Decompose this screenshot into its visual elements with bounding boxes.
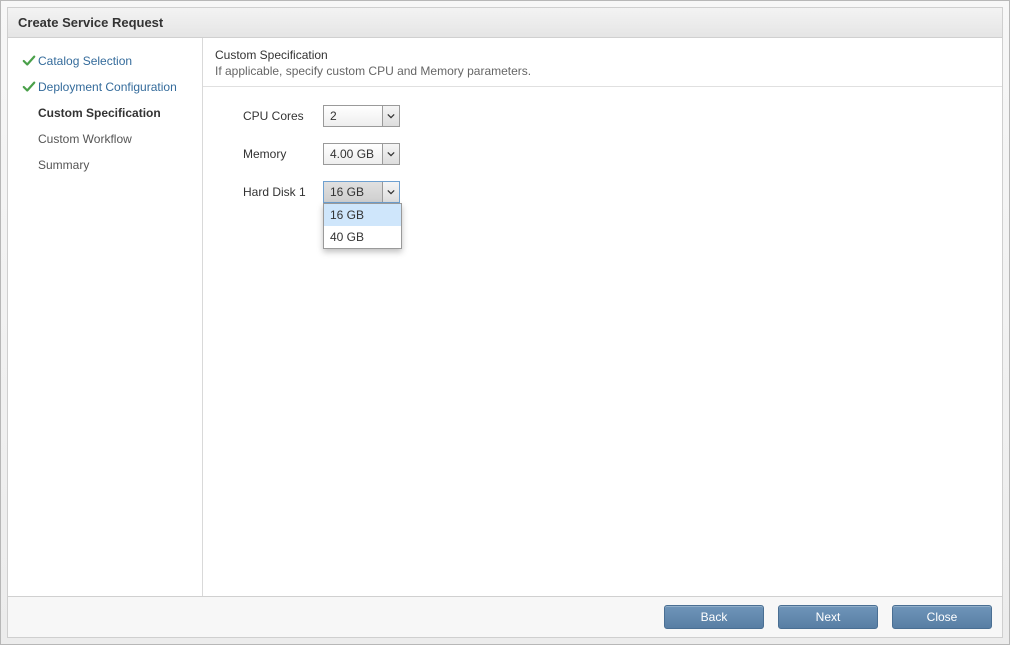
step-label: Summary	[38, 158, 89, 172]
button-label: Next	[816, 610, 841, 624]
step-label: Deployment Configuration	[38, 80, 177, 94]
step-label: Catalog Selection	[38, 54, 132, 68]
checkmark-icon	[20, 80, 38, 94]
wizard-steps-sidebar: Catalog Selection Deployment Configurati…	[8, 38, 203, 596]
next-button[interactable]: Next	[778, 605, 878, 629]
step-label: Custom Workflow	[38, 132, 132, 146]
wizard-body: Catalog Selection Deployment Configurati…	[8, 38, 1002, 596]
wizard-main-panel: Custom Specification If applicable, spec…	[203, 38, 1002, 596]
button-label: Back	[701, 610, 728, 624]
wizard-window: Create Service Request Catalog Selection…	[0, 0, 1010, 645]
step-summary[interactable]: Summary	[8, 152, 202, 178]
hard-disk-select[interactable]: 16 GB	[323, 181, 400, 203]
button-label: Close	[927, 610, 958, 624]
panel-title: Custom Specification	[215, 48, 990, 62]
hard-disk-dropdown: 16 GB 40 GB	[323, 203, 402, 249]
hard-disk-option[interactable]: 16 GB	[324, 204, 401, 226]
hard-disk-option[interactable]: 40 GB	[324, 226, 401, 248]
chevron-down-icon	[382, 182, 399, 202]
step-deployment-configuration[interactable]: Deployment Configuration	[8, 74, 202, 100]
memory-value: 4.00 GB	[324, 144, 382, 164]
wizard-footer: Back Next Close	[8, 596, 1002, 637]
option-label: 16 GB	[330, 208, 364, 222]
option-label: 40 GB	[330, 230, 364, 244]
window-title-text: Create Service Request	[18, 15, 163, 30]
row-cpu-cores: CPU Cores 2	[243, 105, 990, 127]
step-custom-workflow[interactable]: Custom Workflow	[8, 126, 202, 152]
cpu-cores-label: CPU Cores	[243, 109, 323, 123]
hard-disk-label: Hard Disk 1	[243, 185, 323, 199]
cpu-cores-select[interactable]: 2	[323, 105, 400, 127]
checkmark-icon	[20, 54, 38, 68]
cpu-cores-value: 2	[324, 106, 382, 126]
step-catalog-selection[interactable]: Catalog Selection	[8, 48, 202, 74]
row-memory: Memory 4.00 GB	[243, 143, 990, 165]
panel-subtitle: If applicable, specify custom CPU and Me…	[215, 64, 990, 78]
chevron-down-icon	[382, 106, 399, 126]
step-label: Custom Specification	[38, 106, 161, 120]
window-title: Create Service Request	[8, 8, 1002, 38]
close-button[interactable]: Close	[892, 605, 992, 629]
spec-form: CPU Cores 2 Memory 4.00 GB	[203, 87, 1002, 215]
back-button[interactable]: Back	[664, 605, 764, 629]
chevron-down-icon	[382, 144, 399, 164]
memory-select[interactable]: 4.00 GB	[323, 143, 400, 165]
step-custom-specification[interactable]: Custom Specification	[8, 100, 202, 126]
panel-header: Custom Specification If applicable, spec…	[203, 38, 1002, 87]
hard-disk-value: 16 GB	[324, 182, 382, 202]
memory-label: Memory	[243, 147, 323, 161]
wizard-inner: Create Service Request Catalog Selection…	[7, 7, 1003, 638]
row-hard-disk-1: Hard Disk 1 16 GB	[243, 181, 990, 203]
